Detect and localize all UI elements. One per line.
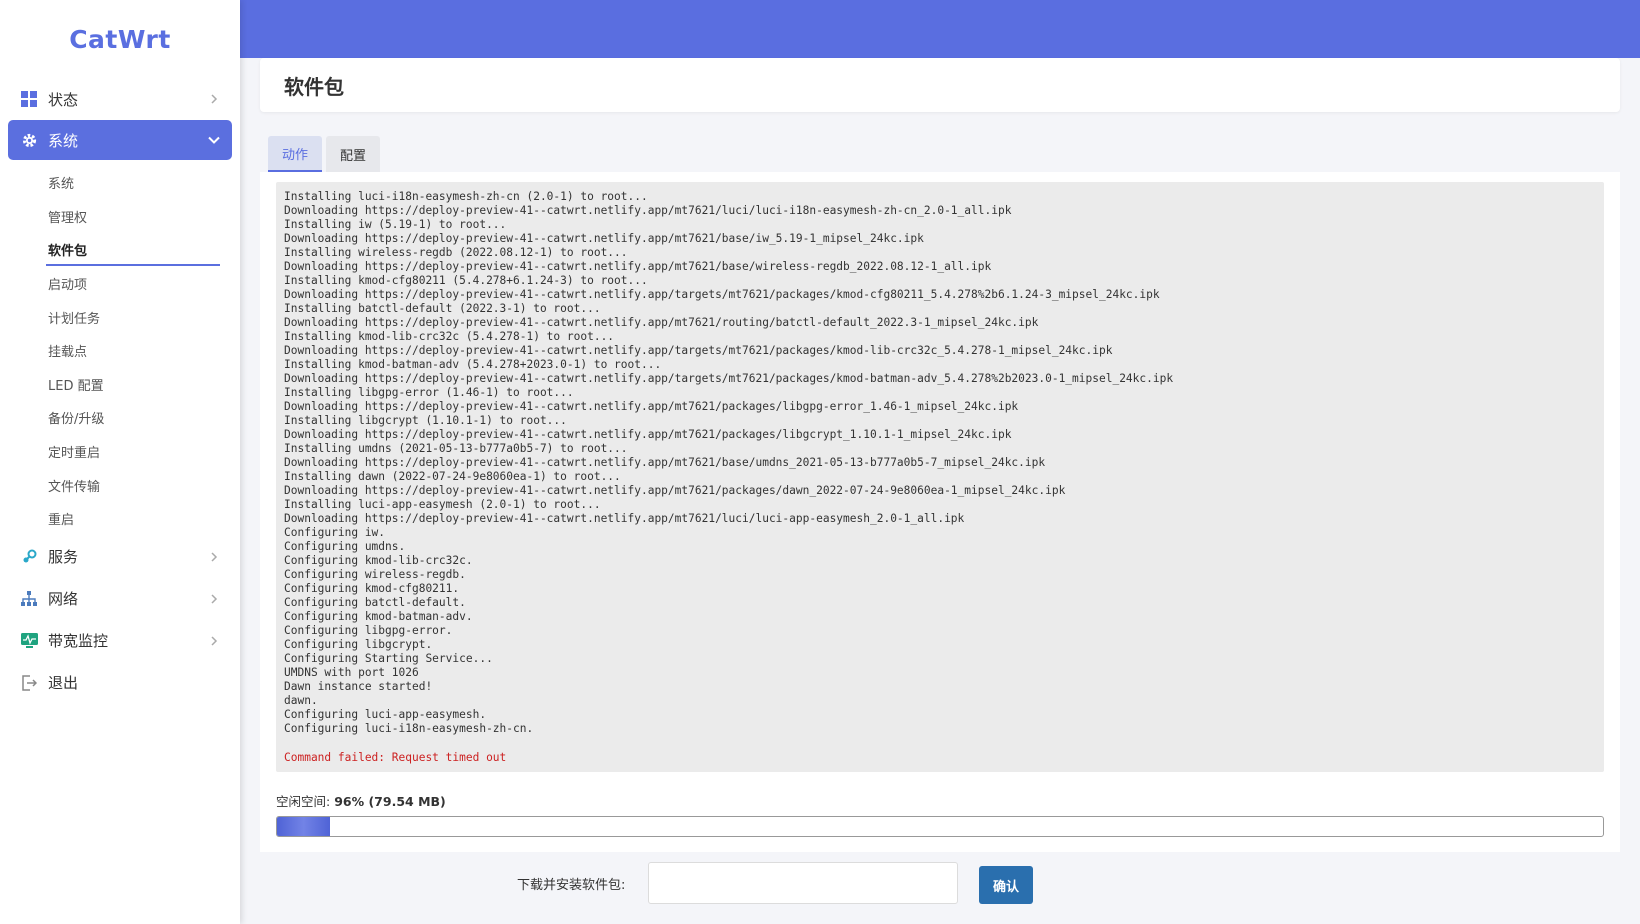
- log-line: Downloading https://deploy-preview-41--c…: [284, 484, 1066, 497]
- log-line: Downloading https://deploy-preview-41--c…: [284, 372, 1174, 385]
- chevron-right-icon: [208, 635, 220, 647]
- log-line: Downloading https://deploy-preview-41--c…: [284, 204, 1012, 217]
- log-error-message: Command failed: Request timed out: [284, 751, 507, 764]
- submenu-item-admin[interactable]: 管理权: [0, 200, 240, 234]
- page-title: 软件包: [284, 74, 344, 99]
- log-line: Downloading https://deploy-preview-41--c…: [284, 344, 1113, 357]
- log-line: Downloading https://deploy-preview-41--c…: [284, 260, 992, 273]
- log-line: Configuring batctl-default.: [284, 596, 466, 609]
- sidebar-item-label: 带宽监控: [48, 632, 109, 651]
- tab-actions[interactable]: 动作: [268, 136, 322, 172]
- submenu-item-mount-points[interactable]: 挂载点: [0, 334, 240, 368]
- log-line: dawn.: [284, 694, 318, 707]
- log-line: Installing kmod-batman-adv (5.4.278+2023…: [284, 358, 662, 371]
- install-package-input[interactable]: [648, 862, 958, 904]
- log-line: Configuring libgcrypt.: [284, 638, 433, 651]
- log-line: Downloading https://deploy-preview-41--c…: [284, 288, 1160, 301]
- tab-bar: 动作 配置: [268, 136, 384, 172]
- log-line: Configuring luci-i18n-easymesh-zh-cn.: [284, 722, 534, 735]
- page-header: 软件包: [260, 58, 1620, 112]
- submenu-item-software[interactable]: 软件包: [0, 233, 240, 267]
- log-line: Installing kmod-cfg80211 (5.4.278+6.1.24…: [284, 274, 648, 287]
- log-line: UMDNS with port 1026: [284, 666, 419, 679]
- monitor-icon: [20, 632, 38, 650]
- chevron-right-icon: [208, 593, 220, 605]
- topbar: [240, 0, 1640, 58]
- sidebar-item-label: 系统: [48, 131, 79, 150]
- logo[interactable]: CatWrt: [0, 0, 240, 78]
- log-line: Installing batctl-default (2022.3-1) to …: [284, 302, 601, 315]
- log-line: Installing kmod-lib-crc32c (5.4.278-1) t…: [284, 330, 615, 343]
- log-line: Configuring Starting Service...: [284, 652, 493, 665]
- network-icon: [20, 590, 38, 608]
- sidebar-item-system[interactable]: 系统: [8, 120, 232, 160]
- log-line: Downloading https://deploy-preview-41--c…: [284, 512, 965, 525]
- puzzle-icon: [20, 548, 38, 566]
- main-panel: Installing luci-i18n-easymesh-zh-cn (2.0…: [260, 172, 1620, 852]
- log-line: Installing libgpg-error (1.46-1) to root…: [284, 386, 574, 399]
- chevron-down-icon: [208, 134, 220, 146]
- sidebar-item-bandwidth[interactable]: 带宽监控: [8, 620, 232, 662]
- install-package-label: 下载并安装软件包:: [517, 878, 626, 893]
- sidebar-item-network[interactable]: 网络: [8, 578, 232, 620]
- sidebar-item-status[interactable]: 状态: [8, 78, 232, 120]
- confirm-button[interactable]: 确认: [979, 866, 1033, 904]
- log-line: Downloading https://deploy-preview-41--c…: [284, 316, 1039, 329]
- system-submenu: 系统 管理权 软件包 启动项 计划任务 挂载点 LED 配置 备份/升级 定时重…: [0, 166, 240, 536]
- submenu-item-scheduled-tasks[interactable]: 计划任务: [0, 300, 240, 334]
- log-line: Downloading https://deploy-preview-41--c…: [284, 456, 1046, 469]
- sidebar-item-services[interactable]: 服务: [8, 536, 232, 578]
- chevron-right-icon: [208, 551, 220, 563]
- sidebar-item-label: 状态: [48, 90, 79, 109]
- submenu-item-scheduled-reboot[interactable]: 定时重启: [0, 435, 240, 469]
- sidebar-item-label: 退出: [48, 674, 79, 693]
- log-line: Configuring luci-app-easymesh.: [284, 708, 487, 721]
- sidebar-item-label: 网络: [48, 590, 79, 609]
- log-line: Installing wireless-regdb (2022.08.12-1)…: [284, 246, 628, 259]
- sidebar-item-logout[interactable]: 退出: [8, 662, 232, 704]
- log-line: Installing umdns (2021-05-13-b777a0b5-7)…: [284, 442, 628, 455]
- log-line: Downloading https://deploy-preview-41--c…: [284, 428, 1012, 441]
- log-line: Installing dawn (2022-07-24-9e8060ea-1) …: [284, 470, 621, 483]
- log-line: Configuring wireless-regdb.: [284, 568, 466, 581]
- free-space-label: 空闲空间: 96% (79.54 MB): [276, 791, 446, 810]
- submenu-item-system[interactable]: 系统: [0, 166, 240, 200]
- sidebar: CatWrt 状态 系统 系统 管理权 软件包 启动项 计划任务 挂载点 LED…: [0, 0, 240, 924]
- storage-progress-bar: [276, 816, 1604, 837]
- submenu-item-startup[interactable]: 启动项: [0, 267, 240, 301]
- gear-icon: [20, 131, 38, 149]
- submenu-item-led-config[interactable]: LED 配置: [0, 368, 240, 402]
- free-space-title: 空闲空间:: [276, 794, 331, 809]
- command-output-log: Installing luci-i18n-easymesh-zh-cn (2.0…: [276, 182, 1604, 772]
- storage-progress-fill: [277, 817, 331, 836]
- log-line: Installing luci-app-easymesh (2.0-1) to …: [284, 498, 601, 511]
- log-line: Configuring umdns.: [284, 540, 406, 553]
- free-space-value: 96% (79.54 MB): [334, 794, 446, 809]
- log-line: Configuring kmod-lib-crc32c.: [284, 554, 473, 567]
- log-line: Installing iw (5.19-1) to root...: [284, 218, 507, 231]
- chevron-right-icon: [208, 93, 220, 105]
- tab-configuration[interactable]: 配置: [326, 136, 380, 172]
- dashboard-icon: [20, 90, 38, 108]
- log-line: Installing libgcrypt (1.10.1-1) to root.…: [284, 414, 567, 427]
- install-package-row: 下载并安装软件包: 确认: [260, 852, 1620, 924]
- submenu-item-file-transfer[interactable]: 文件传输: [0, 468, 240, 502]
- log-line: Dawn instance started!: [284, 680, 433, 693]
- log-line: Configuring iw.: [284, 526, 386, 539]
- submenu-item-backup-upgrade[interactable]: 备份/升级: [0, 401, 240, 435]
- log-line: Configuring kmod-batman-adv.: [284, 610, 473, 623]
- log-line: Configuring libgpg-error.: [284, 624, 453, 637]
- sidebar-item-label: 服务: [48, 548, 79, 567]
- log-lines: Installing luci-i18n-easymesh-zh-cn (2.0…: [284, 190, 1596, 736]
- log-line: Downloading https://deploy-preview-41--c…: [284, 400, 1019, 413]
- log-line: Downloading https://deploy-preview-41--c…: [284, 232, 924, 245]
- submenu-item-reboot[interactable]: 重启: [0, 502, 240, 536]
- logout-icon: [20, 674, 38, 692]
- log-line: Configuring kmod-cfg80211.: [284, 582, 460, 595]
- log-line: Installing luci-i18n-easymesh-zh-cn (2.0…: [284, 190, 648, 203]
